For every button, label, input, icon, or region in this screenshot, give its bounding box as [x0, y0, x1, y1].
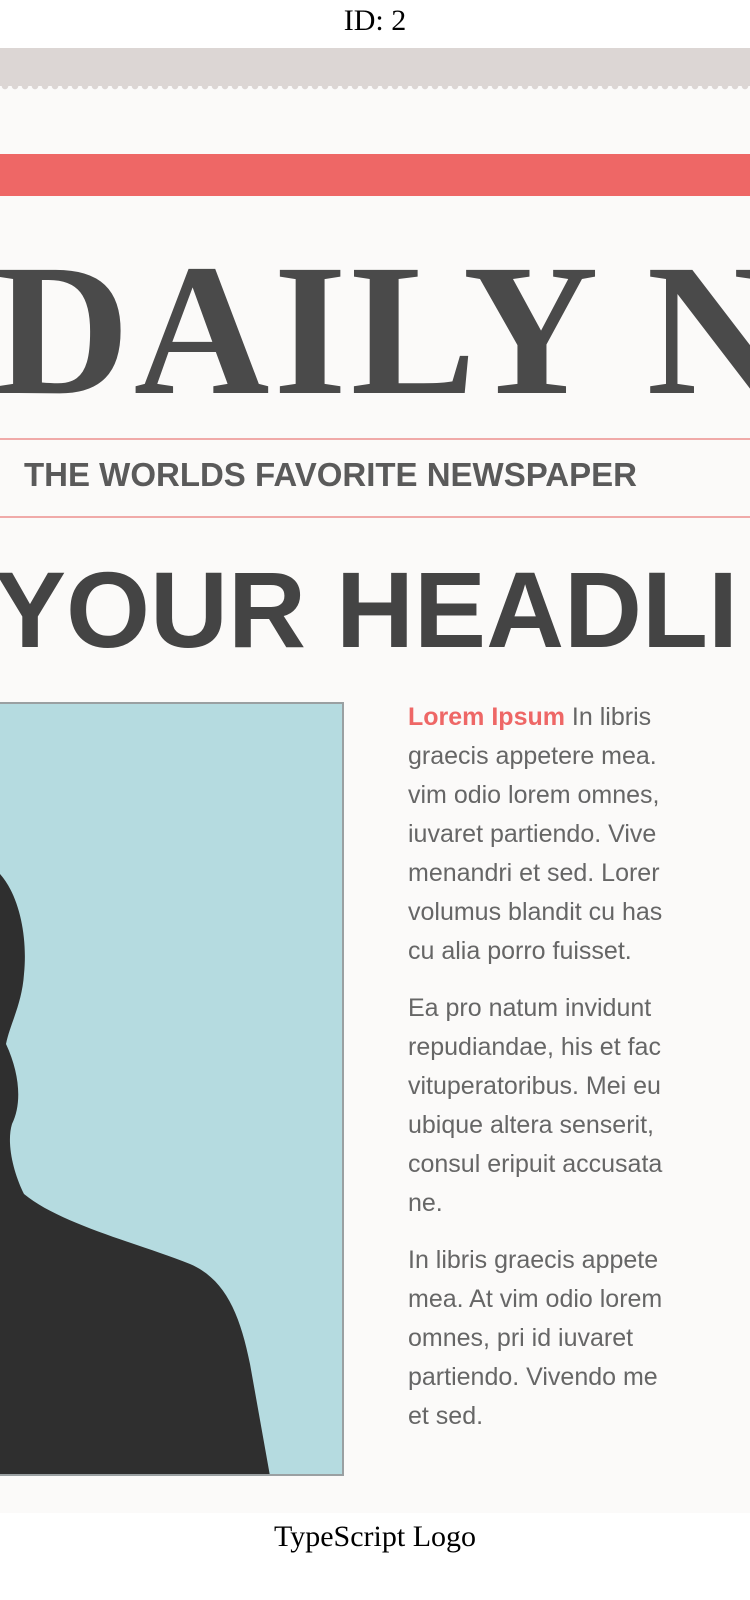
article-headline: YOUR HEADLI: [0, 549, 739, 670]
article-line: In libris: [564, 703, 652, 731]
article-line: menandri et sed. Lorer: [408, 859, 660, 887]
article-line: ubique altera senserit,: [408, 1111, 654, 1139]
article-line: omnes, pri id iuvaret: [408, 1324, 634, 1352]
paper-top-band: [0, 48, 750, 86]
article-line: repudiandae, his et fac: [408, 1033, 661, 1061]
article-body: Lorem Ipsum In libris graecis appetere m…: [408, 698, 750, 1454]
article-paragraph-1: Lorem Ipsum In libris graecis appetere m…: [408, 698, 750, 971]
article-line: cu alia porro fuisset.: [408, 937, 632, 965]
article-lead-words: Lorem Ipsum: [408, 703, 565, 731]
image-caption: TypeScript Logo: [273, 1520, 477, 1553]
article-line: vituperatoribus. Mei eu: [408, 1072, 661, 1100]
article-line: Ea pro natum invidunt: [408, 994, 652, 1022]
article-line: graecis appetere mea.: [408, 742, 657, 770]
article-photo: [0, 702, 344, 1476]
article-line: In libris graecis appete: [408, 1246, 659, 1274]
article-line: vim odio lorem omnes,: [408, 781, 660, 809]
person-silhouette-icon: [0, 874, 270, 1474]
article-line: iuvaret partiendo. Vive: [408, 820, 657, 848]
newspaper-masthead: DAILY N: [0, 225, 750, 434]
article-paragraph-2: Ea pro natum invidunt repudiandae, his e…: [408, 989, 750, 1223]
tagline-bottom-rule: [0, 516, 750, 518]
article-paragraph-3: In libris graecis appete mea. At vim odi…: [408, 1241, 750, 1436]
article-line: partiendo. Vivendo me: [408, 1363, 658, 1391]
tagline-top-rule: [0, 438, 750, 440]
newspaper-image: DAILY N THE WORLDS FAVORITE NEWSPAPER YO…: [0, 48, 750, 1513]
perforated-edge: [0, 86, 750, 94]
image-id-label: ID: 2: [343, 4, 407, 37]
red-banner-bar: [0, 154, 750, 196]
article-line: ne.: [408, 1189, 443, 1217]
article-line: et sed.: [408, 1402, 484, 1430]
article-line: consul eripuit accusata: [408, 1150, 663, 1178]
newspaper-tagline: THE WORLDS FAVORITE NEWSPAPER: [24, 456, 637, 493]
article-line: mea. At vim odio lorem: [408, 1285, 663, 1313]
article-line: volumus blandit cu has: [408, 898, 663, 926]
